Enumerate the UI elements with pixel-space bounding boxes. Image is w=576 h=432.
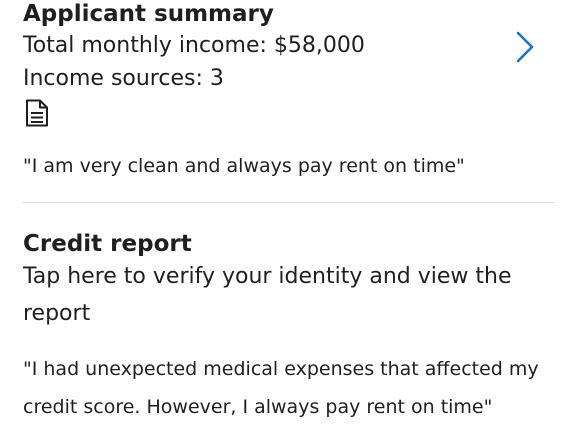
total-monthly-income: Total monthly income: $58,000: [23, 33, 365, 58]
applicant-quote: "I am very clean and always pay rent on …: [23, 155, 465, 177]
credit-report-card[interactable]: Credit report Tap here to verify your id…: [23, 228, 554, 432]
income-sources-count: Income sources: 3: [23, 66, 224, 91]
credit-report-title: Credit report: [23, 231, 192, 257]
applicant-summary-card[interactable]: Applicant summary Total monthly income: …: [23, 0, 554, 202]
document-icon[interactable]: [25, 99, 49, 127]
credit-quote: "I had unexpected medical expenses that …: [23, 358, 539, 418]
chevron-right-icon[interactable]: [514, 30, 536, 64]
verify-identity-prompt[interactable]: Tap here to verify your identity and vie…: [23, 258, 554, 332]
section-divider: [23, 202, 554, 203]
applicant-summary-title: Applicant summary: [23, 1, 274, 27]
